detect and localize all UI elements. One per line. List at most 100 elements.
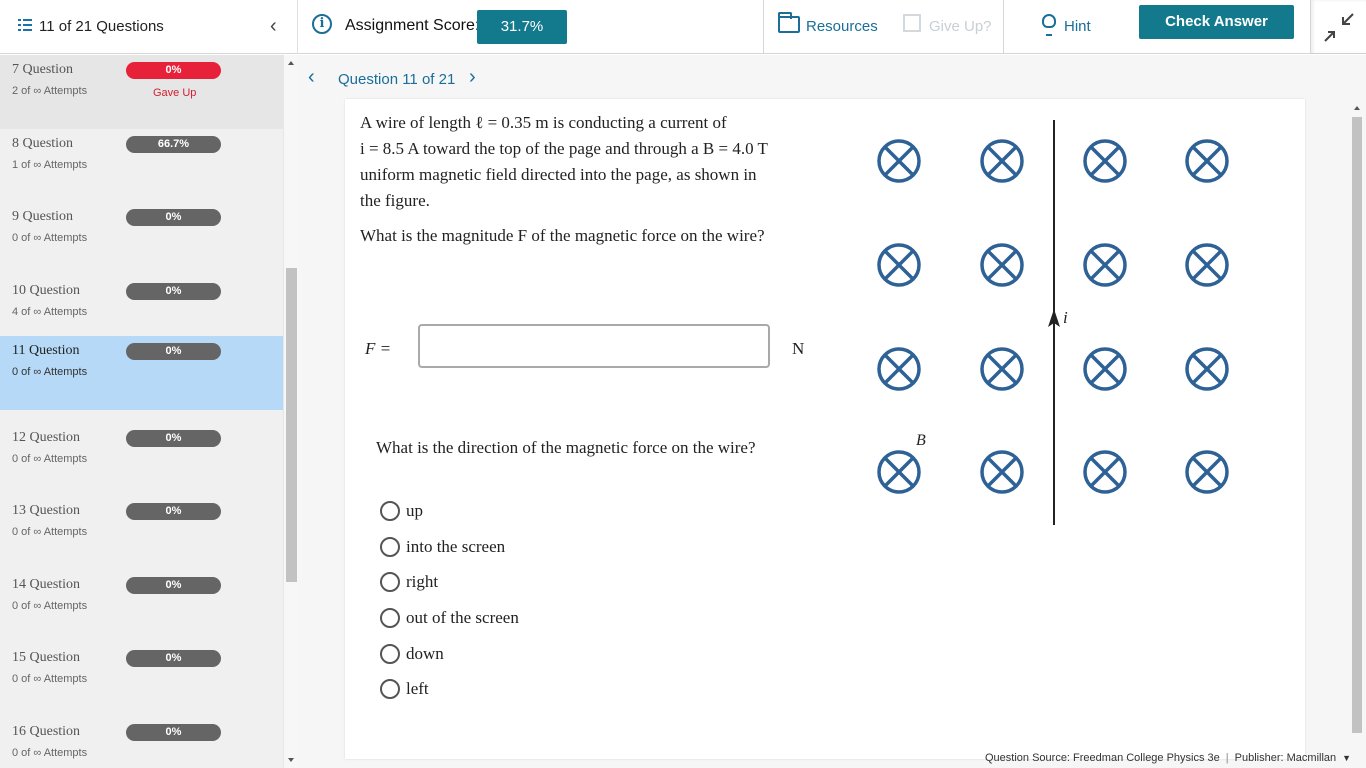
- question-attempts: 4 of ∞ Attempts: [12, 306, 88, 318]
- sidebar-scroll-thumb[interactable]: [286, 268, 297, 582]
- assignment-score-value: 31.7%: [477, 10, 567, 44]
- previous-question-icon[interactable]: ‹: [308, 66, 315, 89]
- question-attempts: 0 of ∞ Attempts: [12, 673, 88, 685]
- question-attempts: 0 of ∞ Attempts: [12, 453, 88, 465]
- check-answer-button[interactable]: Check Answer: [1139, 5, 1294, 39]
- question-item[interactable]: 16 Question 0 of ∞ Attempts 0%: [0, 717, 283, 768]
- field-into-page-icon: [877, 243, 921, 287]
- problem-statement: A wire of length ℓ = 0.35 m is conductin…: [360, 110, 820, 214]
- field-into-page-icon: [1083, 450, 1127, 494]
- field-into-page-icon: [877, 450, 921, 494]
- radio-button[interactable]: [380, 608, 400, 628]
- radio-button[interactable]: [380, 679, 400, 699]
- question-title: 8 Question: [12, 136, 74, 151]
- hint-label: Hint: [1064, 18, 1091, 35]
- question-title: 10 Question: [12, 283, 81, 298]
- field-into-page-icon: [980, 243, 1024, 287]
- source-text: Question Source: Freedman College Physic…: [985, 752, 1220, 764]
- question-item[interactable]: 12 Question 0 of ∞ Attempts 0%: [0, 423, 283, 497]
- direction-question: What is the direction of the magnetic fo…: [376, 438, 756, 457]
- field-into-page-icon: [1083, 347, 1127, 391]
- publisher-text: Publisher: Macmillan: [1234, 752, 1337, 764]
- option-left[interactable]: left: [380, 678, 630, 702]
- main-scrollbar[interactable]: [1350, 100, 1364, 760]
- question-title: 14 Question: [12, 577, 81, 592]
- question-item[interactable]: 13 Question 0 of ∞ Attempts 0%: [0, 496, 283, 570]
- question-item[interactable]: 15 Question 0 of ∞ Attempts 0%: [0, 643, 283, 717]
- magnitude-question: What is the magnitude F of the magnetic …: [360, 226, 765, 245]
- question-title: 11 Question: [12, 343, 80, 358]
- table-of-contents-toggle[interactable]: 11 of 21 Questions ‹: [0, 0, 298, 54]
- field-into-page-icon: [1185, 347, 1229, 391]
- question-item-active[interactable]: 11 Question 0 of ∞ Attempts 0%: [0, 336, 283, 410]
- radio-button[interactable]: [380, 537, 400, 557]
- question-attempts: 0 of ∞ Attempts: [12, 526, 88, 538]
- lightbulb-icon: [1042, 14, 1056, 36]
- give-up-button[interactable]: Give Up?: [883, 0, 1003, 54]
- question-title: 16 Question: [12, 724, 81, 739]
- resources-button[interactable]: Resources: [763, 0, 883, 54]
- give-up-icon: [903, 14, 921, 32]
- field-into-page-icon: [1185, 450, 1229, 494]
- sidebar-scrollbar[interactable]: [283, 55, 298, 768]
- give-up-label: Give Up?: [929, 18, 992, 35]
- question-attempts: 0 of ∞ Attempts: [12, 600, 88, 612]
- top-bar: 11 of 21 Questions ‹ i Assignment Score:…: [0, 0, 1366, 54]
- option-into-screen[interactable]: into the screen: [380, 536, 630, 560]
- field-into-page-icon: [1083, 139, 1127, 183]
- question-item[interactable]: 7 Question 2 of ∞ Attempts 0% Gave Up: [0, 55, 283, 129]
- question-attempts: 1 of ∞ Attempts: [12, 159, 88, 171]
- assignment-score-label: Assignment Score:: [345, 17, 480, 34]
- radio-button[interactable]: [380, 644, 400, 664]
- option-label: up: [406, 501, 423, 520]
- question-score-badge: 0%: [126, 62, 221, 79]
- magnetic-field-figure: i B: [877, 120, 1229, 525]
- list-icon: [18, 19, 32, 33]
- question-score-badge: 66.7%: [126, 136, 221, 153]
- answer-label: F =: [365, 339, 392, 358]
- scroll-up-icon[interactable]: [1354, 106, 1360, 110]
- field-label: B: [916, 432, 926, 449]
- scroll-down-icon[interactable]: [288, 758, 294, 762]
- option-right[interactable]: right: [380, 571, 630, 595]
- option-up[interactable]: up: [380, 500, 630, 524]
- option-out-of-screen[interactable]: out of the screen: [380, 607, 630, 631]
- field-into-page-icon: [980, 347, 1024, 391]
- info-icon[interactable]: i: [312, 14, 332, 34]
- question-item[interactable]: 14 Question 0 of ∞ Attempts 0%: [0, 570, 283, 644]
- question-card: A wire of length ℓ = 0.35 m is conductin…: [345, 99, 1305, 759]
- force-answer-input[interactable]: [418, 324, 770, 368]
- folder-icon: [778, 12, 800, 33]
- problem-line: the figure.: [360, 191, 430, 210]
- option-label: left: [406, 679, 429, 698]
- field-into-page-icon: [1083, 243, 1127, 287]
- question-sidebar: 7 Question 2 of ∞ Attempts 0% Gave Up 8 …: [0, 55, 283, 768]
- option-label: into the screen: [406, 537, 506, 556]
- radio-button[interactable]: [380, 572, 400, 592]
- main-scroll-thumb[interactable]: [1352, 117, 1362, 733]
- option-label: out of the screen: [406, 608, 519, 627]
- question-pane: ‹ Question 11 of 21 › A wire of length ℓ…: [298, 55, 1366, 768]
- question-title: 15 Question: [12, 650, 81, 665]
- question-score-badge: 0%: [126, 283, 221, 300]
- question-item[interactable]: 9 Question 0 of ∞ Attempts 0%: [0, 202, 283, 276]
- problem-line: uniform magnetic field directed into the…: [360, 165, 757, 184]
- field-into-page-icon: [877, 139, 921, 183]
- question-attempts: 0 of ∞ Attempts: [12, 366, 88, 378]
- radio-button[interactable]: [380, 501, 400, 521]
- question-title: 9 Question: [12, 209, 74, 224]
- question-score-badge: 0%: [126, 577, 221, 594]
- question-attempts: 0 of ∞ Attempts: [12, 747, 88, 759]
- scroll-up-icon[interactable]: [288, 61, 294, 65]
- option-down[interactable]: down: [380, 643, 630, 667]
- question-nav-label: Question 11 of 21: [338, 71, 456, 88]
- question-item[interactable]: 8 Question 1 of ∞ Attempts 66.7%: [0, 129, 283, 203]
- question-score-badge: 0%: [126, 430, 221, 447]
- field-into-page-icon: [1185, 243, 1229, 287]
- next-question-icon[interactable]: ›: [469, 66, 476, 89]
- field-into-page-icon: [1185, 139, 1229, 183]
- collapse-sidebar-icon[interactable]: ‹: [270, 14, 277, 38]
- hint-button[interactable]: Hint: [1003, 0, 1123, 54]
- exit-fullscreen-button[interactable]: [1310, 0, 1366, 54]
- answer-unit: N: [792, 339, 805, 358]
